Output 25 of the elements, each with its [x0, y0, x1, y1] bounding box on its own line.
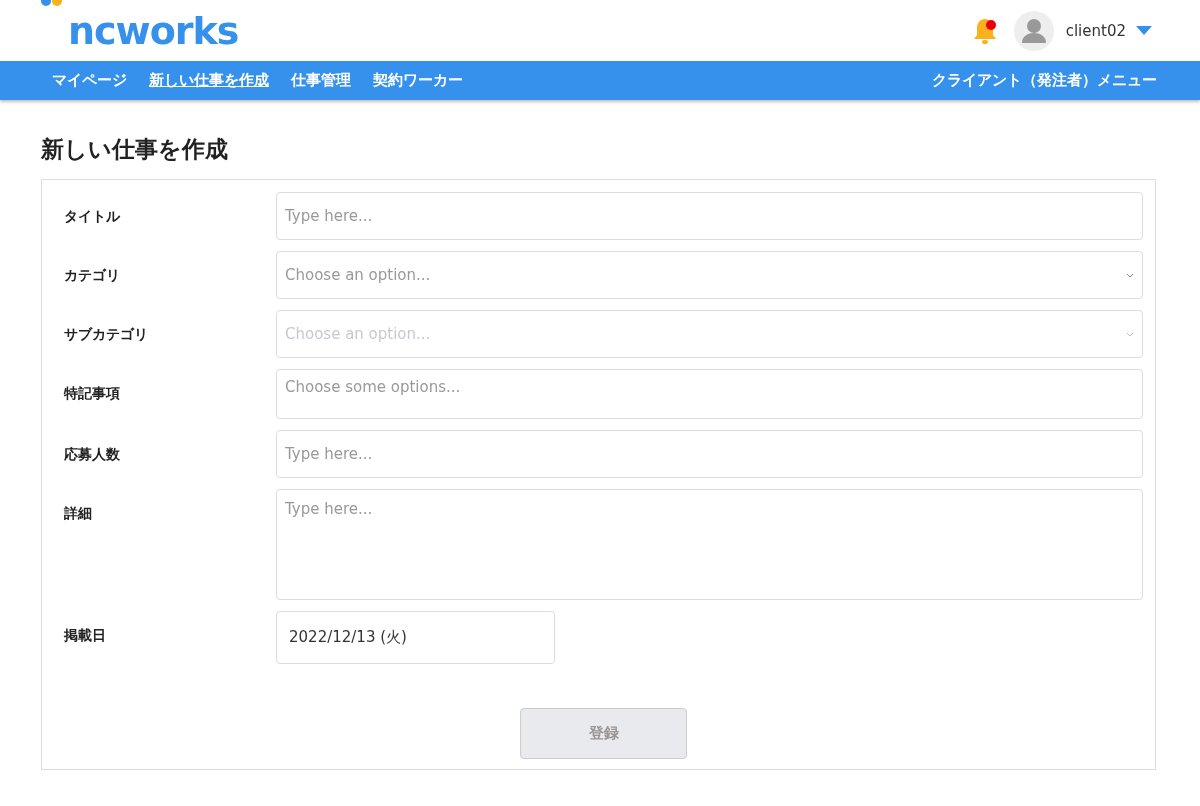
caret-icon[interactable]	[1136, 25, 1152, 36]
nav-link[interactable]: 契約ワーカー	[373, 71, 463, 90]
chevron-down-icon	[1126, 331, 1134, 337]
nav-link[interactable]: マイページ	[52, 71, 127, 90]
chevron-down-icon	[1126, 272, 1134, 278]
page-title: 新しい仕事を作成	[41, 135, 229, 164]
select-field[interactable]: Choose an option...	[276, 251, 1143, 299]
multiselect-field[interactable]: Choose some options...	[276, 369, 1143, 419]
text-input-field[interactable]: Type here...	[276, 430, 1143, 478]
avatar-icon[interactable]	[1013, 10, 1054, 51]
field-label: 詳細	[64, 504, 93, 523]
textarea-field[interactable]: Type here...	[276, 489, 1143, 600]
username[interactable]: client02	[1065, 21, 1126, 40]
logo-text[interactable]: ncworks	[68, 8, 239, 53]
field-label: 掲載日	[64, 626, 107, 645]
field-label: サブカテゴリ	[64, 325, 149, 344]
nav-link[interactable]: 新しい仕事を作成	[149, 71, 269, 90]
nav-link[interactable]: 仕事管理	[291, 71, 351, 90]
field-label: タイトル	[64, 207, 121, 226]
text-input-field[interactable]: Type here...	[276, 192, 1143, 240]
client-menu-link[interactable]: クライアント（発注者）メニュー	[932, 71, 1157, 90]
field-label: 応募人数	[64, 445, 121, 464]
field-label: カテゴリ	[64, 266, 121, 285]
field-label: 特記事項	[64, 384, 121, 403]
date-field[interactable]: 2022/12/13 (火)	[276, 611, 555, 664]
